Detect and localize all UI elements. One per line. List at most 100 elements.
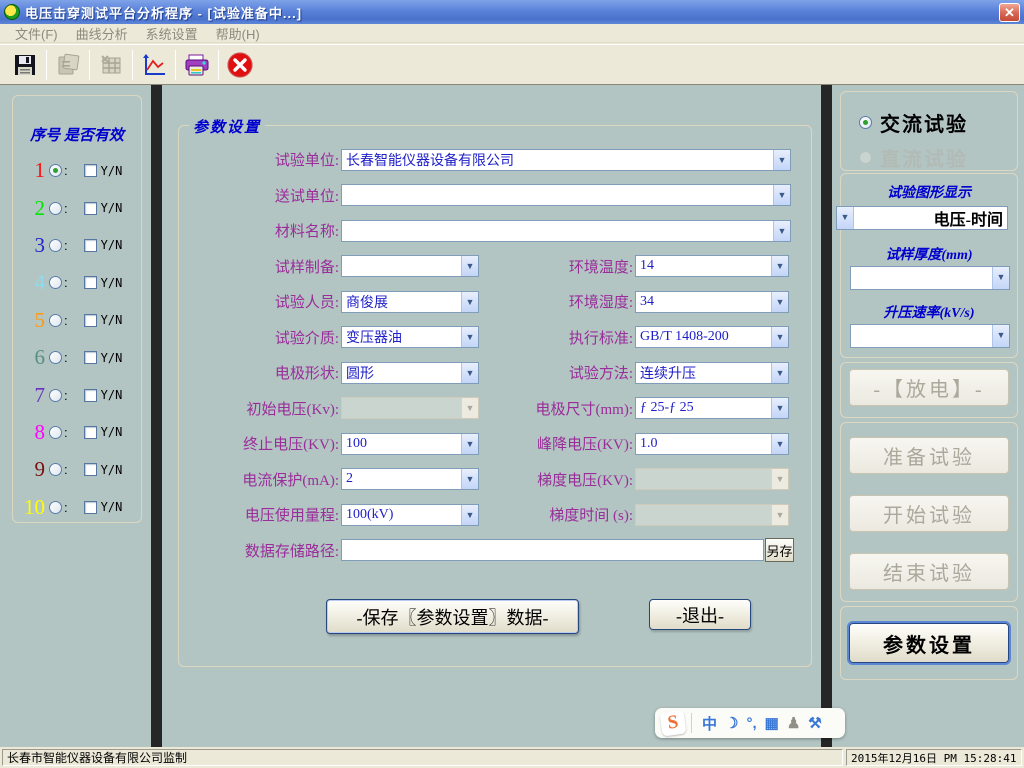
valid-checkbox[interactable] [84,276,97,289]
punctuation-icon[interactable]: °, [742,715,760,732]
chevron-down-icon[interactable]: ▼ [461,327,478,347]
yn-label: Y/N [101,388,123,402]
ac-test-radio[interactable] [859,116,872,129]
sequence-radio[interactable] [49,501,62,514]
sogou-logo-icon[interactable]: S [659,709,686,736]
valid-checkbox[interactable] [84,164,97,177]
electrode-shape-combobox[interactable]: 圆形 ▼ [341,362,479,384]
curve-analysis-button[interactable] [135,48,173,82]
rate-combobox[interactable]: ▼ [850,324,1010,348]
chevron-down-icon[interactable]: ▼ [461,434,478,454]
valid-checkbox[interactable] [84,202,97,215]
user-icon[interactable]: ♟ [783,714,804,732]
chevron-down-icon[interactable]: ▼ [461,292,478,312]
chevron-down-icon[interactable]: ▼ [992,325,1009,347]
chevron-down-icon[interactable]: ▼ [461,469,478,489]
status-datetime: 2015年12月16日 PM 15:28:41 [846,749,1022,766]
sequence-radio[interactable] [49,164,62,177]
tester-combobox[interactable]: 商俊展 ▼ [341,291,479,313]
fullwidth-moon-icon[interactable]: ☽ [721,714,742,732]
valid-checkbox[interactable] [84,463,97,476]
yn-label: Y/N [101,164,123,178]
chevron-down-icon[interactable]: ▼ [771,363,788,383]
chevron-down-icon[interactable]: ▼ [773,185,790,205]
end-voltage-combobox[interactable]: 100 ▼ [341,433,479,455]
chevron-down-icon[interactable]: ▼ [773,150,790,170]
valid-checkbox[interactable] [84,426,97,439]
env-temp-combobox[interactable]: 14 ▼ [635,255,789,277]
ime-separator [691,713,692,733]
valid-checkbox[interactable] [84,389,97,402]
chevron-down-icon[interactable]: ▼ [773,221,790,241]
exit-button[interactable]: -退出- [649,599,751,630]
chinese-mode-icon[interactable]: 中 [698,713,721,734]
chevron-down-icon: ▼ [771,505,788,525]
gradient-voltage-combobox: ▼ [635,468,789,490]
standard-label: 执行标准: [479,327,633,348]
yn-label: Y/N [101,500,123,514]
sample-prep-combobox[interactable]: ▼ [341,255,479,277]
ac-test-option[interactable]: 交流试验 [855,108,968,137]
sequence-radio[interactable] [49,239,62,252]
chevron-down-icon[interactable]: ▼ [771,327,788,347]
chevron-down-icon[interactable]: ▼ [461,363,478,383]
env-temp-label: 环境温度: [479,256,633,277]
chevron-down-icon[interactable]: ▼ [992,267,1009,289]
wrench-icon[interactable]: ⚒ [804,714,825,732]
stop-button[interactable] [221,48,259,82]
menu-file[interactable]: 文件(F) [6,24,67,43]
electrode-size-combobox[interactable]: ƒ 25-ƒ 25 ▼ [635,397,789,419]
graph-type-combobox[interactable]: ▼ 电压-时间 [836,206,1008,230]
keyboard-icon[interactable]: ▦ [761,714,783,732]
chevron-down-icon[interactable]: ▼ [771,256,788,276]
data-path-input[interactable] [341,539,764,561]
chevron-down-icon[interactable]: ▼ [771,434,788,454]
gradient-voltage-label: 梯度电压(KV): [479,469,633,490]
medium-combobox[interactable]: 变压器油 ▼ [341,326,479,348]
sequence-panel: 序号 是否有效 1 : Y/N 2 : Y/N 3 [12,95,142,523]
gradient-time-label: 梯度时间 (s): [479,504,633,525]
send-unit-combobox[interactable]: ▼ [341,184,791,206]
ime-toolbar: S 中 ☽ °, ▦ ♟ ⚒ [655,708,845,738]
sequence-radio[interactable] [49,276,62,289]
parameter-settings-button[interactable]: 参数设置 [849,623,1009,663]
print-button[interactable] [178,48,216,82]
thickness-combobox[interactable]: ▼ [850,266,1010,290]
save-parameters-button[interactable]: -保存〖参数设置〗数据- [326,599,579,634]
save-as-button[interactable]: 另存 [765,538,794,562]
valid-checkbox[interactable] [84,501,97,514]
voltage-range-combobox[interactable]: 100(kV) ▼ [341,504,479,526]
menu-curve-analysis[interactable]: 曲线分析 [67,24,137,43]
menu-system-settings[interactable]: 系统设置 [137,24,207,43]
current-protect-combobox[interactable]: 2 ▼ [341,468,479,490]
valid-checkbox[interactable] [84,239,97,252]
chevron-down-icon[interactable]: ▼ [771,292,788,312]
floppy-disk-icon [12,52,38,78]
standard-combobox[interactable]: GB/T 1408-200 ▼ [635,326,789,348]
sequence-number: 10 [19,497,45,518]
sequence-radio[interactable] [49,202,62,215]
test-method-combobox[interactable]: 连续升压 ▼ [635,362,789,384]
sequence-radio[interactable] [49,351,62,364]
env-humidity-combobox[interactable]: 34 ▼ [635,291,789,313]
chevron-down-icon[interactable]: ▼ [771,398,788,418]
group-title: 参数设置 [189,116,265,137]
peak-drop-combobox[interactable]: 1.0 ▼ [635,433,789,455]
material-combobox[interactable]: ▼ [341,220,791,242]
test-unit-combobox[interactable]: 长春智能仪器设备有限公司 ▼ [341,149,791,171]
valid-checkbox[interactable] [84,351,97,364]
chevron-down-icon[interactable]: ▼ [461,505,478,525]
sequence-number: 4 [19,272,45,293]
sequence-radio[interactable] [49,314,62,327]
close-icon[interactable]: ✕ [999,3,1020,22]
rate-label: 升压速率(kV/s) [841,302,1017,322]
sequence-radio[interactable] [49,463,62,476]
chevron-down-icon[interactable]: ▼ [461,256,478,276]
dc-test-radio [859,151,872,164]
valid-checkbox[interactable] [84,314,97,327]
save-button[interactable] [6,48,44,82]
sequence-radio[interactable] [49,426,62,439]
sequence-radio[interactable] [49,389,62,402]
menu-help[interactable]: 帮助(H) [207,24,269,43]
chevron-down-icon[interactable]: ▼ [837,207,854,229]
